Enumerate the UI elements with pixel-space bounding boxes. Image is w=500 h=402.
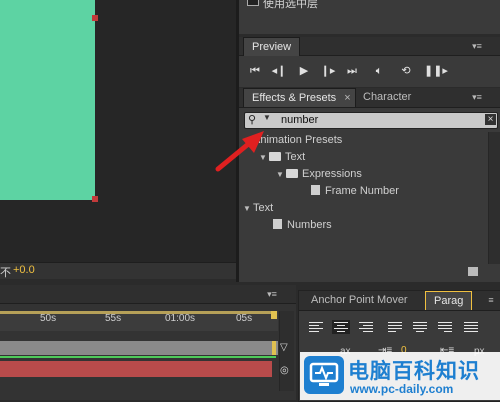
preset-icon xyxy=(311,185,320,195)
ram-preview-icon[interactable]: ❚❚▸ xyxy=(424,64,448,78)
tab-paragraph[interactable]: Parag xyxy=(425,291,473,310)
tree-item-numbers[interactable]: Numbers xyxy=(273,217,332,234)
time-ruler[interactable]: 50s 55s 01:00s 05s xyxy=(0,311,278,331)
panel-menu-icon[interactable]: ▾≡ xyxy=(469,91,485,103)
annotation-arrow xyxy=(215,131,264,172)
folder-icon xyxy=(286,169,298,178)
justify-last-center-button[interactable] xyxy=(411,320,429,334)
audio-icon[interactable]: 🔈︎ xyxy=(370,64,388,78)
ruler-tick: 55s xyxy=(105,313,122,324)
tree-item-label: Text xyxy=(285,151,306,163)
align-center-button[interactable] xyxy=(332,320,350,334)
first-frame-icon[interactable]: ⏮ xyxy=(246,64,264,78)
watermark-logo-icon xyxy=(304,356,344,394)
tab-preview[interactable]: Preview xyxy=(243,37,301,56)
effects-tabbar: Effects & Presets × Character ▾≡ xyxy=(239,88,500,108)
work-area-end-handle[interactable] xyxy=(271,311,277,319)
timeline-tabbar: ▾≡ xyxy=(0,285,296,304)
align-left-button[interactable] xyxy=(307,320,325,334)
effects-scrollbar[interactable] xyxy=(488,132,500,264)
search-input[interactable]: number xyxy=(281,114,318,126)
layer-handle-top[interactable] xyxy=(92,15,98,21)
align-right-button[interactable] xyxy=(357,320,375,334)
effect-icon xyxy=(273,219,282,229)
ruler-tick: 01:00s xyxy=(165,313,196,324)
preview-panel: Preview ▾≡ xyxy=(239,37,500,87)
preview-tabbar: Preview ▾≡ xyxy=(239,37,500,56)
layer-handle-bottom[interactable] xyxy=(92,196,98,202)
expand-triangle-icon[interactable]: ▼ xyxy=(276,166,286,183)
panel-menu-icon[interactable]: ▾≡ xyxy=(264,288,280,300)
new-folder-icon[interactable] xyxy=(468,267,478,276)
justify-all-button[interactable] xyxy=(462,320,480,334)
watermark-title: 电脑百科知识 xyxy=(348,360,480,383)
exposure-value[interactable]: +0.0 xyxy=(13,264,35,276)
ruler-tick: 50s xyxy=(40,313,57,324)
timeline-panel: ▾≡ 50s 55s 01:00s 05s ▽ ◎ xyxy=(0,285,296,400)
comp-solid-layer[interactable] xyxy=(0,0,95,200)
panel-menu-icon[interactable]: ≡ xyxy=(483,294,499,306)
tree-item-expressions-folder[interactable]: ▼ Expressions xyxy=(276,166,362,183)
panel-menu-icon[interactable]: ▾≡ xyxy=(469,40,485,52)
tab-effects-presets[interactable]: Effects & Presets × xyxy=(243,88,356,107)
expand-triangle-icon[interactable]: ▼ xyxy=(243,200,253,217)
tab-anchor-point-mover[interactable]: Anchor Point Mover xyxy=(303,291,416,309)
paragraph-tabbar: Anchor Point Mover Parag ≡ xyxy=(299,291,500,311)
checkbox[interactable] xyxy=(247,0,259,6)
tab-paragraph-label: Parag xyxy=(434,295,464,307)
tree-item-label: Frame Number xyxy=(325,185,399,197)
tree-item-label: Text xyxy=(253,202,274,214)
comp-status-bar: 不 +0.0 xyxy=(0,262,236,279)
layer-duration-bar[interactable] xyxy=(0,361,272,377)
last-frame-icon[interactable]: ⏭ xyxy=(343,64,361,78)
top-options-panel: 使用选中层 xyxy=(239,0,500,34)
tab-character[interactable]: Character xyxy=(355,88,419,106)
search-dropdown-icon[interactable]: ▼ xyxy=(263,113,271,122)
green-track-line xyxy=(0,356,276,358)
status-prefix: 不 xyxy=(0,267,11,279)
folder-icon xyxy=(269,152,281,161)
loop-icon[interactable]: ⟲ xyxy=(397,64,415,78)
tree-item-frame-number[interactable]: Frame Number xyxy=(311,183,399,200)
zoom-marker-icon[interactable]: ▽ xyxy=(280,342,288,353)
clear-search-icon[interactable]: × xyxy=(485,114,496,125)
checkbox-label: 使用选中层 xyxy=(263,0,318,10)
effects-tree: ▼Animation Presets ▼Text ▼Expressions Fr… xyxy=(239,132,487,277)
tab-close-icon[interactable]: × xyxy=(344,92,350,104)
next-frame-icon[interactable]: ❙▸ xyxy=(319,64,337,78)
ruler-tick: 05s xyxy=(236,313,253,324)
zoom-handle-icon[interactable]: ◎ xyxy=(280,365,289,376)
justify-last-left-button[interactable] xyxy=(386,320,404,334)
layer-bar-region[interactable] xyxy=(0,341,278,355)
tab-effects-label: Effects & Presets xyxy=(252,92,337,104)
watermark-url: www.pc-daily.com xyxy=(350,382,454,396)
current-time-indicator[interactable] xyxy=(272,341,276,355)
watermark: 电脑百科知识 www.pc-daily.com xyxy=(300,352,500,400)
tree-item-label: Expressions xyxy=(302,168,362,180)
work-area-bar[interactable] xyxy=(0,311,276,314)
effects-presets-panel: Effects & Presets × Character ▾≡ ⚲ ▼ num… xyxy=(239,88,500,282)
tree-item-text-category[interactable]: ▼ Text xyxy=(243,200,273,217)
monitor-icon xyxy=(309,362,339,386)
justify-last-right-button[interactable] xyxy=(436,320,454,334)
prev-frame-icon[interactable]: ◂❙ xyxy=(270,64,288,78)
play-icon[interactable]: ▶ xyxy=(295,64,313,78)
search-field[interactable]: ⚲ ▼ number × xyxy=(244,112,498,129)
tree-item-label: Numbers xyxy=(287,219,332,231)
